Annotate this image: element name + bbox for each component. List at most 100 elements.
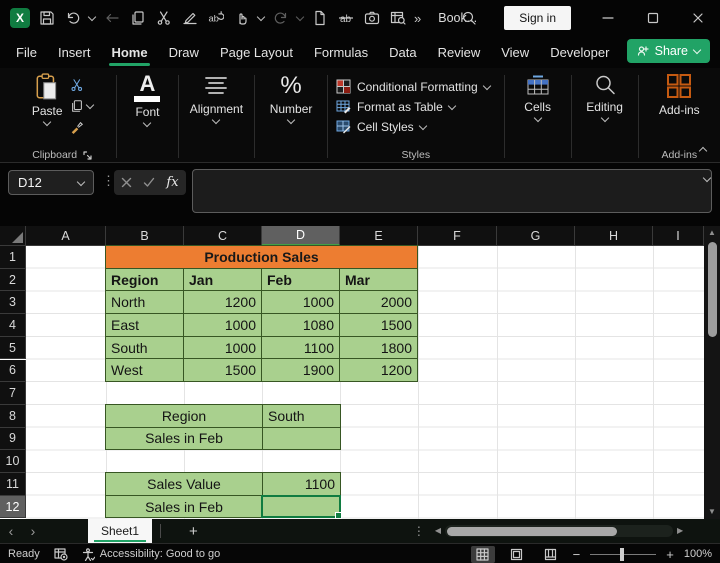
column-header-a[interactable]: A: [26, 226, 106, 246]
normal-view-button[interactable]: [471, 546, 495, 563]
qat-overflow-icon[interactable]: »: [414, 11, 421, 26]
edit-icon[interactable]: [180, 9, 199, 28]
row-header-9[interactable]: 9: [0, 428, 26, 451]
select-all-corner[interactable]: [0, 226, 26, 246]
next-sheet-icon[interactable]: ›: [22, 523, 44, 539]
redo-dropdown-icon[interactable]: [296, 13, 304, 21]
format-as-table-button[interactable]: Format as Table: [336, 99, 455, 114]
tab-draw[interactable]: Draw: [167, 41, 201, 64]
vertical-scroll-thumb[interactable]: [708, 242, 717, 337]
page-layout-view-button[interactable]: [505, 546, 529, 563]
find-replace-icon[interactable]: ab: [206, 9, 225, 28]
share-button[interactable]: Share: [627, 39, 710, 63]
column-header-d[interactable]: D: [262, 226, 340, 246]
cell-header[interactable]: Region: [106, 269, 184, 292]
formula-input[interactable]: [192, 169, 712, 213]
copy-icon[interactable]: [128, 9, 147, 28]
row-header-5[interactable]: 5: [0, 337, 26, 360]
column-header-f[interactable]: F: [418, 226, 497, 246]
scroll-left-icon[interactable]: ◀: [435, 524, 441, 538]
touch-mode-dropdown-icon[interactable]: [257, 13, 265, 21]
insert-function-icon[interactable]: fx: [166, 175, 178, 190]
macro-record-icon[interactable]: [54, 547, 68, 561]
zoom-level[interactable]: 100%: [684, 548, 712, 560]
column-header-c[interactable]: C: [184, 226, 262, 246]
row-header-2[interactable]: 2: [0, 269, 26, 292]
column-header-g[interactable]: G: [497, 226, 575, 246]
new-sheet-icon[interactable]: +: [189, 523, 198, 540]
camera-icon[interactable]: [362, 9, 381, 28]
cut-button[interactable]: [70, 76, 93, 93]
tab-file[interactable]: File: [14, 41, 39, 64]
tab-data[interactable]: Data: [387, 41, 418, 64]
name-box[interactable]: D12: [8, 170, 94, 195]
font-group[interactable]: A Font: [117, 71, 177, 162]
cell[interactable]: 1800: [340, 337, 418, 360]
vertical-scrollbar[interactable]: ▲ ▼: [704, 226, 720, 519]
editing-group[interactable]: Editing: [572, 71, 638, 162]
save-icon[interactable]: [37, 9, 56, 28]
cell[interactable]: 1100: [262, 337, 340, 360]
undo-icon[interactable]: [63, 9, 82, 28]
touch-mode-icon[interactable]: [232, 9, 251, 28]
new-file-icon[interactable]: [310, 9, 329, 28]
tabbar-more-icon[interactable]: ⋮: [413, 524, 425, 538]
tab-view[interactable]: View: [499, 41, 531, 64]
row-header-7[interactable]: 7: [0, 382, 26, 405]
redo-icon[interactable]: [271, 9, 290, 28]
row-header-1[interactable]: 1: [0, 246, 26, 269]
cell[interactable]: North: [106, 291, 184, 314]
cell[interactable]: South: [106, 337, 184, 360]
zoom-in-icon[interactable]: +: [666, 547, 674, 562]
tab-insert[interactable]: Insert: [56, 41, 93, 64]
excel-logo-icon[interactable]: X: [10, 8, 30, 28]
clipboard-dialog-launcher-icon[interactable]: [83, 151, 92, 160]
cell[interactable]: 1100: [263, 473, 341, 496]
cell[interactable]: Sales in Feb: [106, 428, 263, 451]
cancel-entry-icon[interactable]: [121, 177, 132, 188]
strikethrough-icon[interactable]: ab: [336, 9, 355, 28]
zoom-slider-thumb[interactable]: [620, 548, 624, 561]
format-painter-button[interactable]: [70, 118, 93, 135]
addins-button[interactable]: Add-ins: [659, 73, 700, 117]
accessibility-icon[interactable]: [82, 548, 95, 561]
cell[interactable]: 1000: [184, 314, 262, 337]
cell[interactable]: 2000: [340, 291, 418, 314]
number-group[interactable]: % Number: [255, 71, 327, 162]
tab-review[interactable]: Review: [436, 41, 483, 64]
cell[interactable]: 1900: [262, 359, 340, 382]
copy-button[interactable]: [70, 97, 93, 114]
sign-in-button[interactable]: Sign in: [504, 6, 571, 30]
cell[interactable]: Sales Value: [106, 473, 263, 496]
row-header-10[interactable]: 10: [0, 450, 26, 473]
column-header-b[interactable]: B: [106, 226, 184, 246]
accessibility-status[interactable]: Accessibility: Good to go: [100, 548, 220, 560]
paste-button[interactable]: Paste: [32, 73, 63, 135]
column-header-h[interactable]: H: [575, 226, 653, 246]
cell[interactable]: 1080: [262, 314, 340, 337]
name-box-dropdown-icon[interactable]: [77, 177, 85, 185]
row-header-12[interactable]: 12: [0, 496, 26, 519]
tab-formulas[interactable]: Formulas: [312, 41, 370, 64]
table-lookup-icon[interactable]: [388, 9, 407, 28]
sheet-tab-sheet1[interactable]: Sheet1: [88, 519, 152, 543]
cells-group[interactable]: Cells: [505, 71, 571, 162]
tab-page-layout[interactable]: Page Layout: [218, 41, 295, 64]
row-header-6[interactable]: 6: [0, 360, 26, 383]
cell-header[interactable]: Jan: [184, 269, 262, 292]
alignment-group[interactable]: Alignment: [179, 71, 255, 162]
cell-header[interactable]: Mar: [340, 269, 418, 292]
cell[interactable]: West: [106, 359, 184, 382]
prev-sheet-icon[interactable]: ‹: [0, 523, 22, 539]
cell[interactable]: 1000: [262, 291, 340, 314]
cell[interactable]: Region: [106, 405, 263, 428]
row-header-3[interactable]: 3: [0, 291, 26, 314]
cell[interactable]: 1500: [184, 359, 262, 382]
minimize-button[interactable]: [585, 0, 630, 36]
horizontal-scroll-thumb[interactable]: [447, 527, 617, 536]
cell-styles-button[interactable]: Cell Styles: [336, 119, 426, 134]
conditional-formatting-button[interactable]: Conditional Formatting: [336, 79, 490, 94]
tab-developer[interactable]: Developer: [548, 41, 611, 64]
cell-header[interactable]: Feb: [262, 269, 340, 292]
cell[interactable]: 1500: [340, 314, 418, 337]
